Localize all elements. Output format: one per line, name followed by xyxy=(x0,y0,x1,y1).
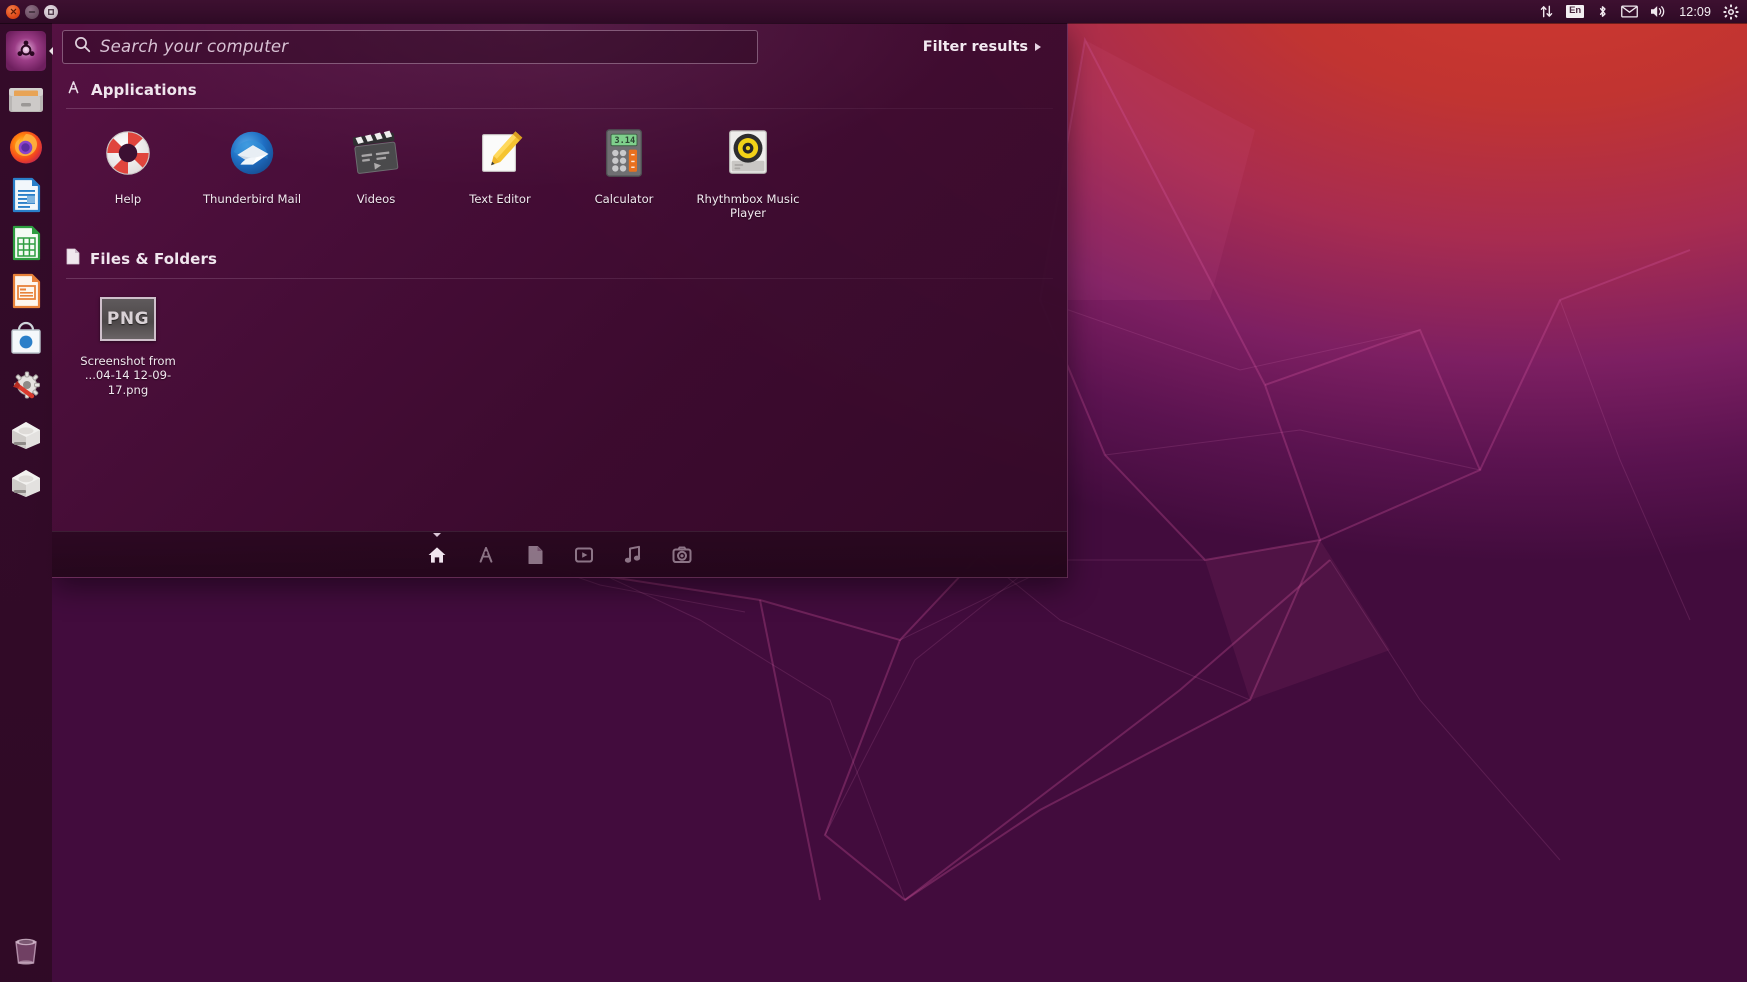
tile-label: Text Editor xyxy=(441,192,559,206)
launcher-item-libreoffice-calc[interactable] xyxy=(4,221,48,265)
dash-lens-bar xyxy=(52,531,1067,577)
tile-label: Videos xyxy=(317,192,435,206)
dash-tile-calculator[interactable]: 3.14 xyxy=(562,121,686,228)
dash-search-row: Search your computer Filter results xyxy=(52,23,1067,70)
file-icon xyxy=(66,248,80,270)
files-tiles: PNG Screenshot from ...04-14 12-09-17.pn… xyxy=(52,279,1067,404)
calculator-icon: 3.14 xyxy=(594,123,654,183)
launcher-item-trash[interactable] xyxy=(4,928,48,972)
maximize-icon[interactable] xyxy=(44,5,58,19)
launcher-item-disk-2[interactable] xyxy=(4,461,48,505)
dash-group-applications: Applications xyxy=(52,74,1067,228)
launcher-item-dash-home[interactable] xyxy=(4,29,48,73)
unity-dash: Search your computer Filter results xyxy=(52,23,1068,578)
lens-photos[interactable] xyxy=(658,532,707,578)
unity-launcher xyxy=(0,23,52,982)
applications-tiles: Help xyxy=(52,109,1067,228)
lens-music[interactable] xyxy=(609,532,658,578)
lens-home[interactable] xyxy=(413,532,462,578)
dash-tile-text-editor[interactable]: Text Editor xyxy=(438,121,562,228)
tile-label: Rhythmbox Music Player xyxy=(689,192,807,220)
volume-icon[interactable] xyxy=(1650,0,1667,23)
network-icon[interactable] xyxy=(1539,0,1554,23)
filter-results-button[interactable]: Filter results xyxy=(923,39,1055,55)
clock-label: 12:09 xyxy=(1679,5,1711,19)
lens-files[interactable] xyxy=(511,532,560,578)
system-tray: En 12:09 xyxy=(1539,0,1747,23)
tile-label: Screenshot from ...04-14 12-09-17.png xyxy=(69,354,187,396)
launcher-item-ubuntu-software[interactable] xyxy=(4,317,48,361)
desktop-screen: En 12:09 xyxy=(0,0,1747,982)
dash-tile-thunderbird-mail[interactable]: Thunderbird Mail xyxy=(190,121,314,228)
tile-label: Help xyxy=(69,192,187,206)
chevron-right-icon xyxy=(1035,43,1041,51)
dash-tile-videos[interactable]: Videos xyxy=(314,121,438,228)
group-title: Files & Folders xyxy=(90,250,217,268)
keyboard-layout-label: En xyxy=(1566,5,1584,18)
launcher-item-disk-1[interactable] xyxy=(4,413,48,457)
png-thumb-label: PNG xyxy=(107,309,149,329)
png-thumb-frame: PNG xyxy=(100,297,156,341)
png-thumbnail: PNG xyxy=(97,293,159,345)
group-header-applications: Applications xyxy=(52,74,1067,104)
dash-group-files-folders: Files & Folders PNG Screenshot from ...0… xyxy=(52,242,1067,404)
tile-label: Calculator xyxy=(565,192,683,206)
text-editor-icon xyxy=(470,123,530,183)
launcher-item-system-settings[interactable] xyxy=(4,365,48,409)
rhythmbox-icon xyxy=(718,123,778,183)
launcher-item-libreoffice-impress[interactable] xyxy=(4,269,48,313)
lens-buttons xyxy=(413,532,707,578)
session-gear-icon[interactable] xyxy=(1723,0,1739,23)
search-icon xyxy=(74,36,91,58)
group-title: Applications xyxy=(91,81,197,99)
applications-icon xyxy=(66,80,81,100)
launcher-item-firefox[interactable] xyxy=(4,125,48,169)
dash-results: Applications xyxy=(52,70,1067,531)
dash-tile-screenshot-file[interactable]: PNG Screenshot from ...04-14 12-09-17.pn… xyxy=(66,291,190,404)
keyboard-layout-indicator[interactable]: En xyxy=(1566,0,1584,23)
dash-tile-rhythmbox-music-player[interactable]: Rhythmbox Music Player xyxy=(686,121,810,228)
videos-icon xyxy=(346,123,406,183)
dash-tile-help[interactable]: Help xyxy=(66,121,190,228)
close-icon[interactable] xyxy=(6,5,20,19)
bluetooth-icon[interactable] xyxy=(1596,0,1609,23)
launcher-item-libreoffice-writer[interactable] xyxy=(4,173,48,217)
thunderbird-icon xyxy=(222,123,282,183)
group-header-files-folders: Files & Folders xyxy=(52,242,1067,274)
lens-video[interactable] xyxy=(560,532,609,578)
window-controls xyxy=(0,5,58,19)
search-placeholder: Search your computer xyxy=(100,37,288,56)
help-icon xyxy=(98,123,158,183)
tile-label: Thunderbird Mail xyxy=(193,192,311,206)
launcher-item-files[interactable] xyxy=(4,77,48,121)
search-input[interactable]: Search your computer xyxy=(62,30,758,64)
top-panel: En 12:09 xyxy=(0,0,1747,23)
filter-results-label: Filter results xyxy=(923,39,1028,55)
clock[interactable]: 12:09 xyxy=(1679,0,1711,23)
lens-applications[interactable] xyxy=(462,532,511,578)
svg-text:3.14: 3.14 xyxy=(614,136,635,146)
mail-icon[interactable] xyxy=(1621,0,1638,23)
minimize-icon[interactable] xyxy=(25,5,39,19)
